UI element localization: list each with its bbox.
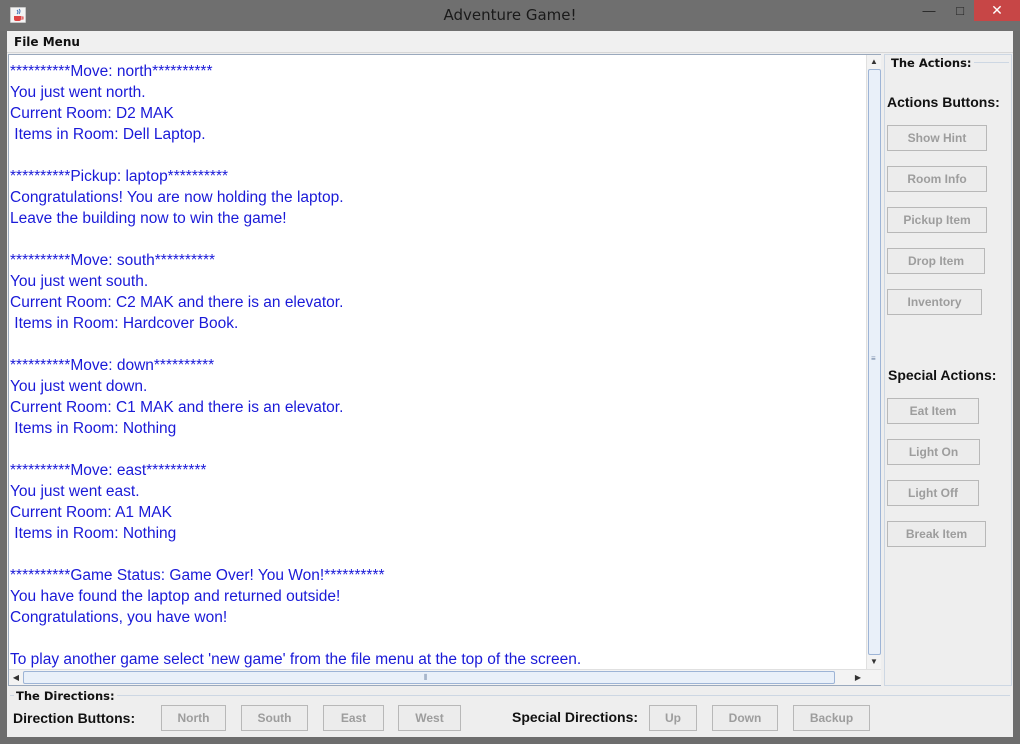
output-line: Leave the building now to win the game! bbox=[10, 210, 287, 227]
output-line: To play another game select 'new game' f… bbox=[10, 651, 582, 668]
scroll-right-arrow-icon[interactable]: ▶ bbox=[851, 671, 865, 685]
client-area: File Menu **********Move: north*********… bbox=[7, 31, 1013, 737]
north-button[interactable]: North bbox=[161, 705, 226, 731]
grip-icon: ≡ bbox=[871, 354, 876, 363]
drop-item-button[interactable]: Drop Item bbox=[887, 248, 985, 274]
vertical-scroll-thumb[interactable]: ≡ bbox=[868, 69, 881, 655]
scroll-up-arrow-icon[interactable]: ▲ bbox=[867, 55, 881, 69]
output-line: You just went north. bbox=[10, 84, 146, 101]
pickup-item-button[interactable]: Pickup Item bbox=[887, 207, 987, 233]
close-button[interactable]: ✕ bbox=[974, 0, 1020, 21]
window-title: Adventure Game! bbox=[443, 6, 577, 24]
vertical-scrollbar[interactable]: ▲ ≡ ▼ bbox=[866, 55, 881, 669]
east-button[interactable]: East bbox=[323, 705, 384, 731]
actions-panel: The Actions: Actions Buttons: Show Hint … bbox=[884, 54, 1012, 686]
show-hint-button[interactable]: Show Hint bbox=[887, 125, 987, 151]
output-line: **********Game Status: Game Over! You Wo… bbox=[10, 567, 385, 584]
application-window: Adventure Game! — □ ✕ File Menu ********… bbox=[0, 0, 1020, 744]
output-line: Current Room: C2 MAK and there is an ele… bbox=[10, 294, 344, 311]
eat-item-button[interactable]: Eat Item bbox=[887, 398, 979, 424]
output-line: **********Move: south********** bbox=[10, 252, 216, 269]
output-line: Items in Room: Nothing bbox=[10, 525, 177, 542]
game-output-text[interactable]: **********Move: north********** You just … bbox=[10, 61, 865, 669]
output-line: **********Move: east********** bbox=[10, 462, 207, 479]
output-line: Items in Room: Dell Laptop. bbox=[10, 126, 206, 143]
output-line: **********Move: down********** bbox=[10, 357, 215, 374]
minimize-button[interactable]: — bbox=[912, 0, 946, 21]
directions-panel-title: The Directions: bbox=[14, 689, 117, 703]
output-line: Current Room: D2 MAK bbox=[10, 105, 174, 122]
grip-icon: ⦀ bbox=[424, 673, 428, 682]
backup-button[interactable]: Backup bbox=[793, 705, 870, 731]
output-line: You just went east. bbox=[10, 483, 140, 500]
output-line: Congratulations! You are now holding the… bbox=[10, 189, 344, 206]
light-off-button[interactable]: Light Off bbox=[887, 480, 979, 506]
actions-heading: Actions Buttons: bbox=[887, 94, 1000, 110]
scroll-left-arrow-icon[interactable]: ◀ bbox=[9, 671, 23, 685]
output-line: **********Move: north********** bbox=[10, 63, 213, 80]
scroll-down-arrow-icon[interactable]: ▼ bbox=[867, 655, 881, 669]
directions-panel: The Directions: Direction Buttons: North… bbox=[8, 688, 1012, 735]
output-line: **********Pickup: laptop********** bbox=[10, 168, 229, 185]
title-bar[interactable]: Adventure Game! — □ ✕ bbox=[0, 0, 1020, 31]
output-line: Current Room: C1 MAK and there is an ele… bbox=[10, 399, 344, 416]
actions-panel-title: The Actions: bbox=[889, 56, 974, 70]
output-line: You just went down. bbox=[10, 378, 148, 395]
menu-bar: File Menu bbox=[7, 31, 1013, 53]
room-info-button[interactable]: Room Info bbox=[887, 166, 987, 192]
file-menu[interactable]: File Menu bbox=[14, 35, 80, 49]
fieldset-border bbox=[10, 695, 1010, 696]
light-on-button[interactable]: Light On bbox=[887, 439, 980, 465]
output-line: Items in Room: Hardcover Book. bbox=[10, 315, 239, 332]
up-button[interactable]: Up bbox=[649, 705, 697, 731]
special-actions-heading: Special Actions: bbox=[888, 367, 997, 383]
break-item-button[interactable]: Break Item bbox=[887, 521, 986, 547]
horizontal-scrollbar[interactable]: ◀ ⦀ ▶ bbox=[9, 669, 881, 685]
south-button[interactable]: South bbox=[241, 705, 308, 731]
output-line: Current Room: A1 MAK bbox=[10, 504, 172, 521]
direction-buttons-label: Direction Buttons: bbox=[13, 710, 136, 726]
output-line: Items in Room: Nothing bbox=[10, 420, 177, 437]
special-directions-label: Special Directions: bbox=[512, 709, 639, 725]
game-output-pane[interactable]: **********Move: north********** You just … bbox=[8, 54, 881, 686]
output-line: Congratulations, you have won! bbox=[10, 609, 228, 626]
horizontal-scroll-thumb[interactable]: ⦀ bbox=[23, 671, 835, 684]
output-line: You just went south. bbox=[10, 273, 149, 290]
down-button[interactable]: Down bbox=[712, 705, 778, 731]
inventory-button[interactable]: Inventory bbox=[887, 289, 982, 315]
west-button[interactable]: West bbox=[398, 705, 461, 731]
maximize-button[interactable]: □ bbox=[947, 0, 973, 21]
output-line: You have found the laptop and returned o… bbox=[10, 588, 341, 605]
